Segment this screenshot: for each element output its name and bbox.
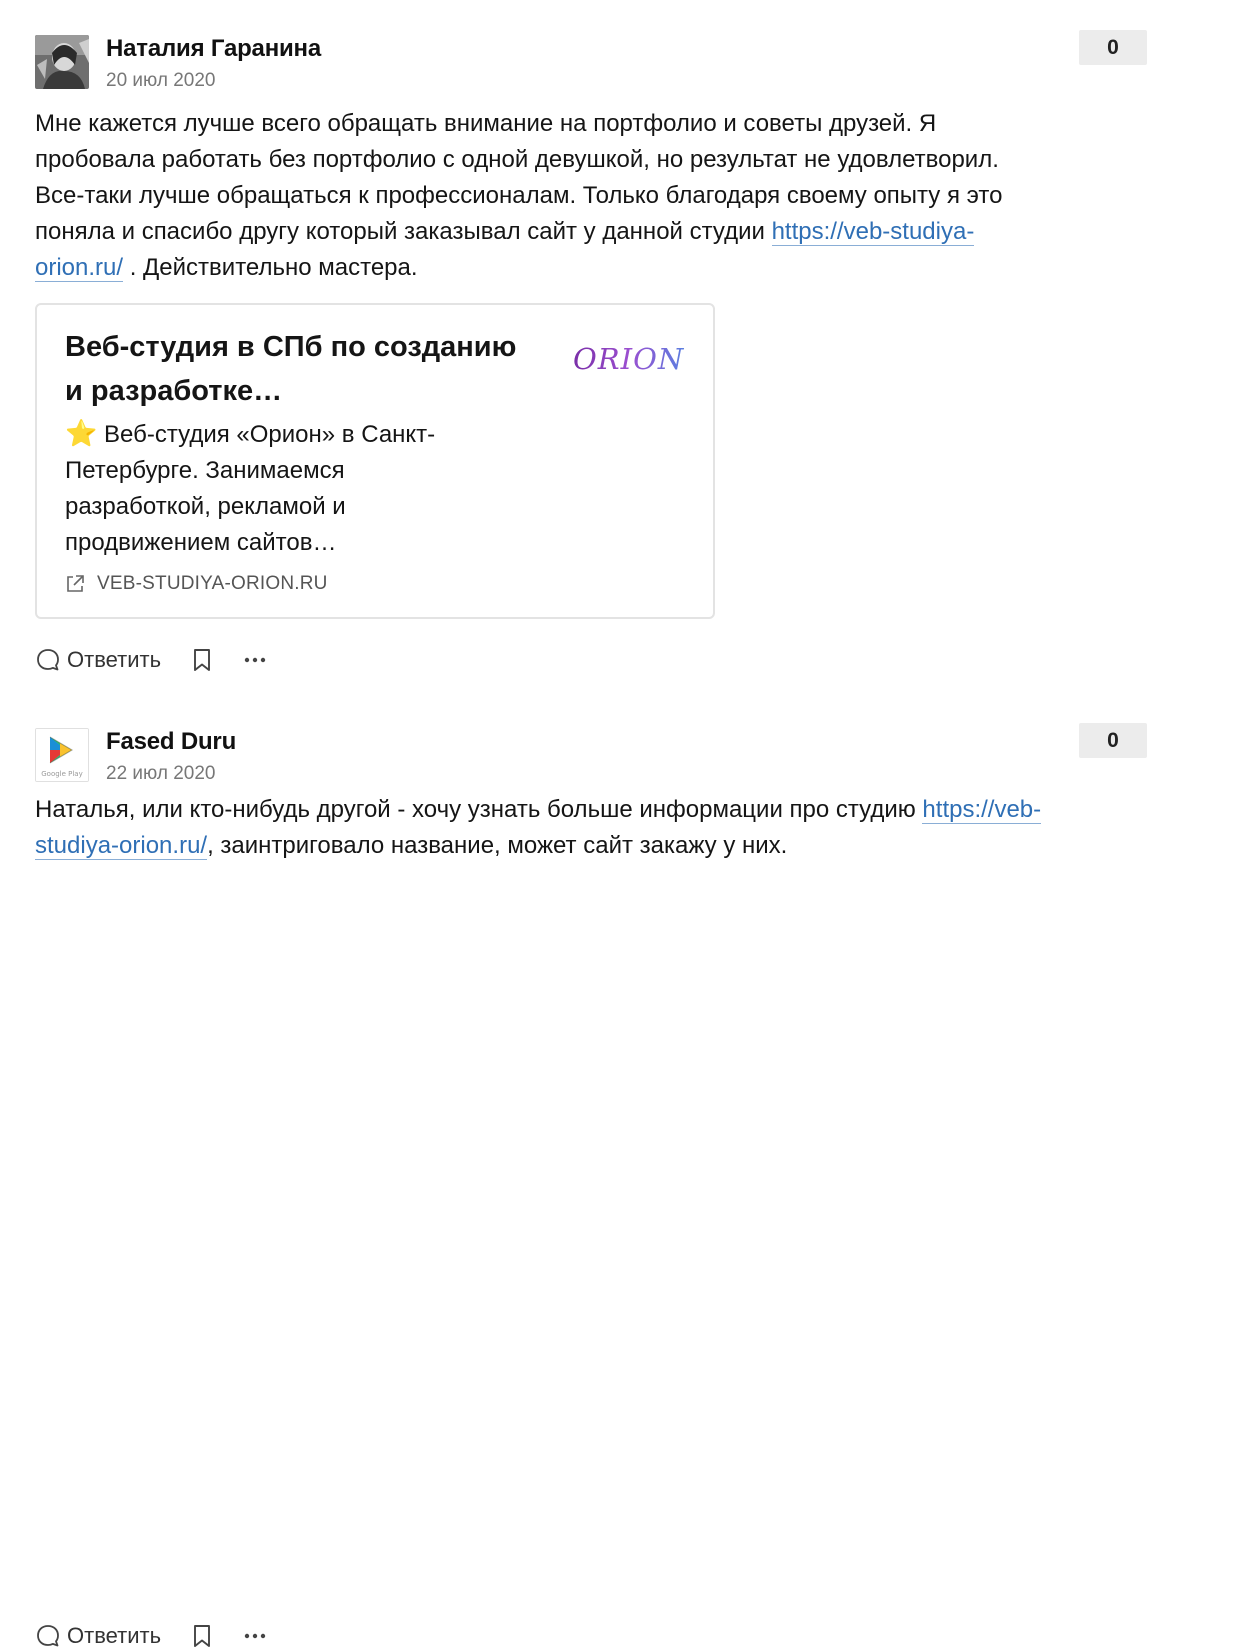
external-link-icon [65, 574, 85, 594]
card-title: Веб-студия в СПб по созданию и разработк… [65, 331, 517, 407]
comment-text-before: Наталья, или кто-нибудь другой - хочу уз… [35, 796, 923, 823]
comment-actions: Ответить [35, 645, 267, 675]
comment-date[interactable]: 22 июл 2020 [106, 763, 216, 785]
speech-bubble-icon [37, 649, 59, 671]
author-name[interactable]: Наталия Гаранина [106, 35, 321, 63]
orion-logo-icon: ORION [573, 342, 685, 376]
comment-actions: Ответить [35, 1621, 267, 1651]
score-badge[interactable]: 0 [1079, 30, 1147, 65]
comment-text: Наталья, или кто-нибудь другой - хочу уз… [35, 792, 1045, 864]
more-options-icon[interactable] [243, 1624, 267, 1648]
comment-text: Мне кажется лучше всего обращать внимани… [35, 106, 1045, 286]
score-badge[interactable]: 0 [1079, 723, 1147, 758]
reply-button[interactable]: Ответить [35, 1623, 161, 1649]
card-domain-text: VEB-STUDIYA-ORION.RU [97, 573, 328, 594]
more-options-icon[interactable] [243, 648, 267, 672]
avatar-caption: Google Play [41, 770, 83, 778]
reply-label: Ответить [67, 647, 162, 672]
card-description-text: Веб-студия «Орион» в Санкт-Петербурге. З… [65, 421, 436, 556]
google-play-icon: Google Play [36, 729, 88, 781]
comment-date[interactable]: 20 июл 2020 [106, 70, 216, 92]
user-photo-avatar-icon [35, 35, 89, 89]
comment-text-after: . Действительно мастера. [123, 254, 418, 281]
avatar[interactable]: Google Play [35, 728, 89, 782]
speech-bubble-icon [37, 1625, 59, 1647]
card-description: ⭐ Веб-студия «Орион» в Санкт-Петербурге.… [65, 415, 485, 561]
avatar[interactable] [35, 35, 89, 89]
comment-text-after: , заинтриговало название, может сайт зак… [207, 832, 788, 859]
card-domain: VEB-STUDIYA-ORION.RU [65, 573, 328, 595]
logo-text: ORION [573, 342, 685, 376]
star-icon: ⭐ [65, 418, 98, 448]
link-preview-card[interactable]: Веб-студия в СПб по созданию и разработк… [35, 303, 715, 619]
author-name[interactable]: Fased Duru [106, 728, 236, 756]
bookmark-icon[interactable] [191, 1623, 213, 1649]
reply-label: Ответить [67, 1623, 162, 1648]
bookmark-icon[interactable] [191, 647, 213, 673]
reply-button[interactable]: Ответить [35, 647, 161, 673]
